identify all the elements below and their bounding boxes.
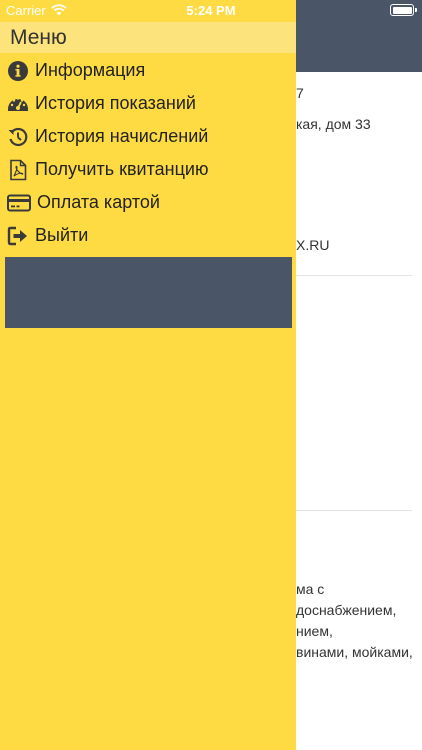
history-icon — [7, 126, 29, 148]
menu-item-readings-history[interactable]: История показаний — [0, 88, 296, 120]
menu-title: Меню — [10, 26, 67, 49]
drawer-panel — [5, 257, 292, 328]
background-text: винами, мойками, — [296, 644, 413, 660]
menu-item-logout[interactable]: Выйти — [0, 220, 296, 252]
menu-item-label: История начислений — [35, 126, 209, 146]
divider — [296, 275, 412, 276]
side-drawer: Меню Информация История показаний Истори… — [0, 0, 296, 750]
background-text: кая, дом 33 — [296, 116, 371, 132]
menu-item-label: История показаний — [35, 93, 196, 113]
menu-item-label: Получить квитанцию — [35, 159, 209, 179]
menu-item-label: Выйти — [35, 225, 89, 245]
background-text: доснабжением, — [296, 602, 397, 618]
background-text: X.RU — [296, 237, 330, 253]
status-time: 5:24 PM — [186, 3, 236, 18]
gauge-icon — [7, 93, 29, 115]
status-bar: Carrier 5:24 PM — [0, 0, 422, 22]
menu-header: Меню — [0, 22, 296, 53]
divider — [296, 510, 412, 511]
battery-icon — [390, 4, 417, 16]
background-text: нием, — [296, 623, 333, 639]
info-icon — [7, 60, 29, 82]
menu-item-charges-history[interactable]: История начислений — [0, 121, 296, 153]
credit-card-icon — [7, 192, 31, 214]
pdf-file-icon — [7, 159, 29, 181]
background-text: ма с — [296, 581, 325, 597]
menu-item-label: Информация — [35, 60, 146, 80]
background-text: 7 — [296, 85, 304, 101]
sign-out-icon — [7, 225, 29, 247]
menu-item-label: Оплата картой — [37, 192, 160, 212]
menu-item-get-receipt[interactable]: Получить квитанцию — [0, 154, 296, 186]
menu-item-info[interactable]: Информация — [0, 55, 296, 87]
menu-item-card-payment[interactable]: Оплата картой — [0, 187, 296, 219]
